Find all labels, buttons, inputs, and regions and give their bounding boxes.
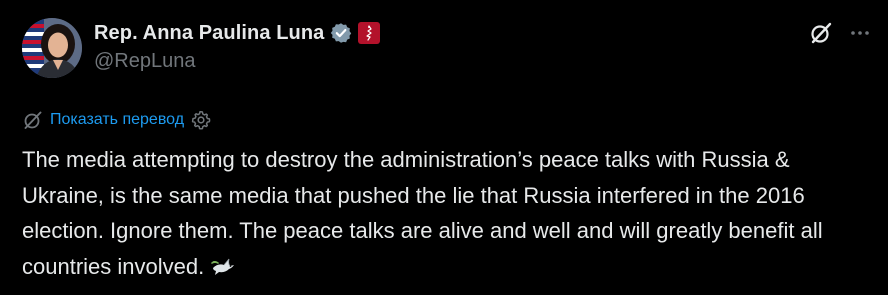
avatar[interactable] — [22, 18, 82, 78]
verified-icon[interactable] — [330, 22, 352, 44]
dove-icon — [210, 253, 236, 277]
government-affiliation-badge-icon[interactable] — [358, 22, 381, 44]
author-handle[interactable]: @RepLuna — [94, 50, 195, 73]
grok-icon[interactable] — [808, 20, 834, 46]
translate-icon — [22, 109, 44, 131]
author-name-row: Rep. Anna Paulina Luna — [94, 20, 381, 46]
tweet-card: Rep. Anna Paulina Luna @RepLuna Показать… — [0, 0, 888, 295]
more-options-icon[interactable] — [848, 21, 872, 45]
gear-icon[interactable] — [190, 109, 212, 131]
tweet-body: The media attempting to destroy the admi… — [22, 147, 823, 279]
tweet-text: The media attempting to destroy the admi… — [22, 142, 872, 284]
translate-row: Показать перевод — [22, 108, 212, 132]
tweet-top-actions — [808, 20, 872, 46]
author-display-name[interactable]: Rep. Anna Paulina Luna — [94, 22, 324, 45]
show-translation-link[interactable]: Показать перевод — [50, 111, 184, 129]
